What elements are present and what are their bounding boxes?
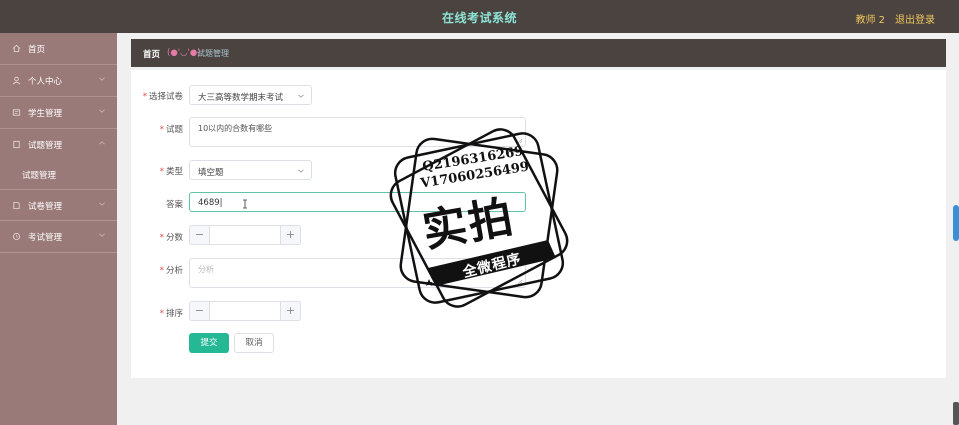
order-decrease-button[interactable]: − [189,301,210,321]
paper-label: * 选择试卷 [142,92,183,102]
answer-input-value: 4689| [198,198,223,208]
order-stepper: − + [189,301,302,321]
sidebar-item-label: 学生管理 [28,109,63,119]
sidebar-item-questions[interactable]: 试题管理 [0,129,117,161]
breadcrumb-current: 试题管理 [197,49,229,58]
breadcrumb-emoji: (●'◡'●) [167,48,201,58]
chevron-down-icon [99,233,105,237]
sidebar-item-students[interactable]: 学生管理 [0,97,117,129]
type-select[interactable]: 填空题 [189,160,312,180]
watermark-stamp: Q2196316269 V17060256499 实拍 全微程序 [378,118,580,318]
score-stepper: − + [189,225,302,245]
order-increase-button[interactable]: + [280,301,301,321]
score-decrease-button[interactable]: − [189,225,210,245]
submit-button[interactable]: 提交 [189,333,229,353]
order-label: * 排序 [159,309,183,319]
breadcrumb-home[interactable]: 首页 [143,48,160,60]
page-scrollbar[interactable] [953,205,959,241]
text-cursor-icon [243,199,247,209]
score-input[interactable] [209,225,281,245]
score-increase-button[interactable]: + [280,225,301,245]
score-label: * 分数 [159,233,183,243]
sidebar-item-profile[interactable]: 个人中心 [0,65,117,97]
chevron-down-icon [298,169,304,173]
sidebar: 首页 个人中心 学生管理 试题管理 试题管理 试卷管理 考试管理 [0,33,117,425]
sidebar-item-label: 试卷管理 [28,202,63,212]
app-title: 在线考试系统 [441,11,517,25]
exam-icon [12,232,21,241]
students-icon [12,109,21,116]
cancel-button[interactable]: 取消 [234,333,274,353]
analysis-placeholder: 分析 [198,265,214,274]
sidebar-item-label: 考试管理 [28,233,63,243]
chevron-down-icon [99,109,105,113]
chevron-down-icon [298,94,304,98]
sidebar-item-papers[interactable]: 试卷管理 [0,189,117,221]
paper-icon [13,201,20,210]
answer-label: 答案 [165,200,183,210]
home-icon [12,44,21,53]
sidebar-item-label: 首页 [28,45,46,55]
paper-select-value: 大三高等数学期末考试 [198,93,284,103]
sidebar-subitem-label: 试题管理 [22,171,57,181]
analysis-label: * 分析 [159,266,183,276]
chevron-down-icon [99,77,105,81]
type-label: * 类型 [159,167,183,177]
question-label: * 试题 [159,125,183,135]
question-textarea-value: 10以内的合数有哪些 [198,124,273,133]
top-bar: 在线考试系统 教师 2 退出登录 [0,0,959,33]
type-select-value: 填空题 [198,168,224,178]
current-user[interactable]: 教师 2 [855,11,885,26]
sidebar-item-exams[interactable]: 考试管理 [0,221,117,253]
sidebar-item-home[interactable]: 首页 [0,33,117,65]
sidebar-subitem-questions[interactable]: 试题管理 [0,161,117,187]
chevron-down-icon [99,202,105,206]
breadcrumb: 首页 (●'◡'●) 试题管理 [131,39,946,67]
sidebar-item-label: 个人中心 [28,77,63,87]
order-input[interactable] [209,301,281,321]
chevron-up-icon [99,141,105,145]
logout-link[interactable]: 退出登录 [895,11,935,26]
corner-handle[interactable] [953,402,959,425]
sidebar-item-label: 试题管理 [28,141,63,151]
questions-icon [13,140,20,149]
paper-select[interactable]: 大三高等数学期末考试 [189,85,312,105]
user-icon [12,76,21,85]
